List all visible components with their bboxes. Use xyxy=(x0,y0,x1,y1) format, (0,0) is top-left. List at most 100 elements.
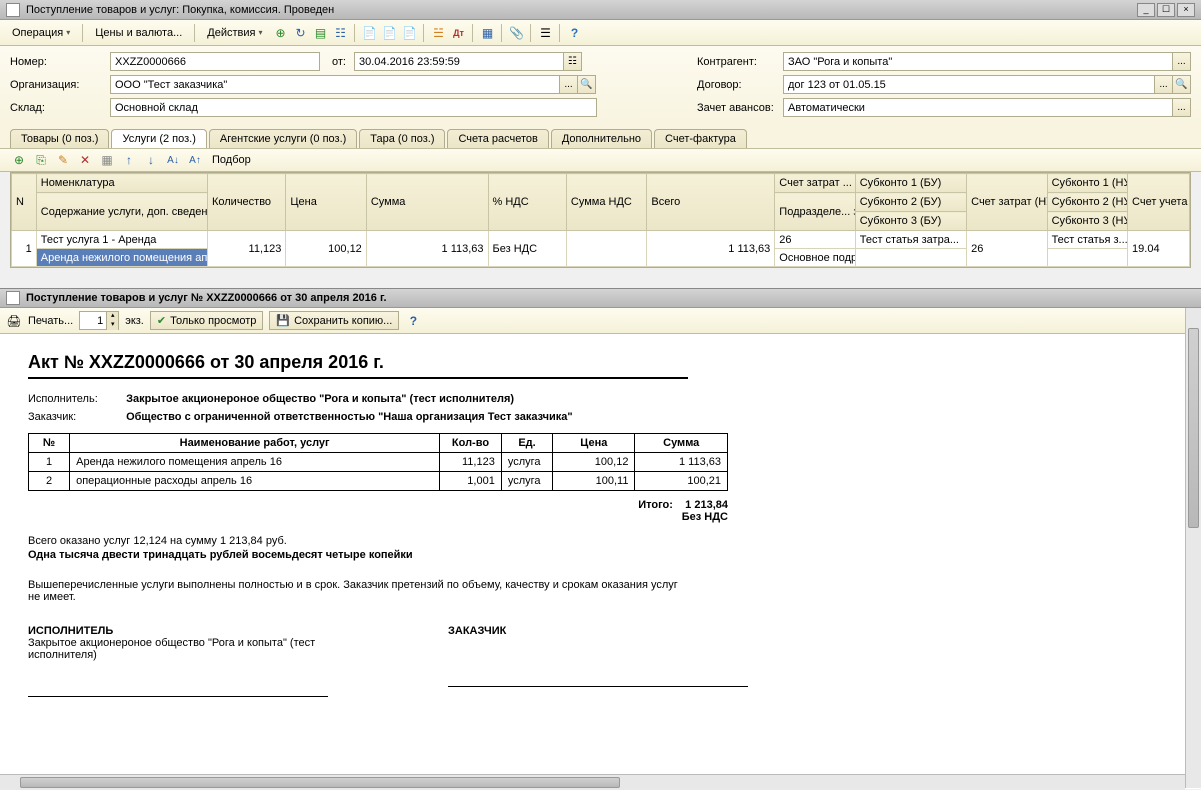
col-desc[interactable]: Содержание услуги, доп. сведения xyxy=(36,193,207,231)
actions-menu[interactable]: Действия ▾ xyxy=(201,25,268,41)
tab-additional[interactable]: Дополнительно xyxy=(551,129,652,148)
cell-vat[interactable]: Без НДС xyxy=(488,231,566,267)
select-button[interactable]: ... xyxy=(1173,52,1191,71)
warehouse-input[interactable] xyxy=(115,102,592,114)
col-qty[interactable]: Количество xyxy=(207,174,285,231)
col-sub3[interactable]: Субконто 3 (БУ) xyxy=(855,212,966,231)
save-copy-button[interactable]: 💾 Сохранить копию... xyxy=(269,311,399,330)
list-icon[interactable]: ☰ xyxy=(537,25,553,41)
cell-nom[interactable]: Тест услуга 1 - Аренда xyxy=(36,231,207,249)
prices-button[interactable]: Цены и валюта... xyxy=(89,25,188,41)
doc-add-icon[interactable]: 📄 xyxy=(361,25,377,41)
counterparty-input[interactable] xyxy=(788,56,1168,68)
col-price[interactable]: Цена xyxy=(286,174,366,231)
add-icon[interactable]: ⊕ xyxy=(272,25,288,41)
services-grid[interactable]: N Номенклатура Количество Цена Сумма % Н… xyxy=(10,172,1191,268)
col-sub2nu[interactable]: Субконто 2 (НУ) xyxy=(1047,193,1127,212)
select-button[interactable]: ... xyxy=(1173,98,1191,117)
cell-vatacc[interactable]: 19.04 xyxy=(1128,231,1190,267)
help-icon[interactable]: ? xyxy=(405,313,421,329)
cell-n[interactable]: 1 xyxy=(12,231,37,267)
copies-input[interactable] xyxy=(80,315,106,327)
select-button[interactable]: ... xyxy=(560,75,578,94)
tab-accounts[interactable]: Счета расчетов xyxy=(447,129,548,148)
clip-icon[interactable]: 📎 xyxy=(508,25,524,41)
tab-agent[interactable]: Агентские услуги (0 поз.) xyxy=(209,129,357,148)
delete-row-icon[interactable]: ✕ xyxy=(76,151,94,169)
cell-price[interactable]: 100,12 xyxy=(286,231,366,267)
doc-check-icon[interactable]: 📄 xyxy=(401,25,417,41)
report-icon[interactable]: ☱ xyxy=(430,25,446,41)
cell-qty[interactable]: 11,123 xyxy=(207,231,285,267)
scroll-thumb[interactable] xyxy=(20,777,620,788)
lookup-button[interactable]: 🔍 xyxy=(1173,75,1191,94)
podbor-button[interactable]: Подбор xyxy=(212,154,251,166)
copies-spinner[interactable]: ▴ ▾ xyxy=(79,311,119,330)
col-dept[interactable]: Подразделе... затрат xyxy=(775,193,855,231)
vertical-scrollbar[interactable] xyxy=(1185,308,1201,788)
scroll-thumb[interactable] xyxy=(1188,328,1199,528)
tree-icon[interactable]: ☷ xyxy=(332,25,348,41)
print-button[interactable]: Печать... xyxy=(28,315,73,327)
advance-field[interactable] xyxy=(783,98,1173,117)
col-sub1[interactable]: Субконто 1 (БУ) xyxy=(855,174,966,193)
doc-icon[interactable]: 📄 xyxy=(381,25,397,41)
copy-row-icon[interactable]: ⎘ xyxy=(32,151,50,169)
cell-sum[interactable]: 1 113,63 xyxy=(366,231,488,267)
contract-field[interactable] xyxy=(783,75,1155,94)
add-row-icon[interactable]: ⊕ xyxy=(10,151,28,169)
contract-input[interactable] xyxy=(788,79,1150,91)
number-input[interactable] xyxy=(115,56,315,68)
cell-sub2nu[interactable] xyxy=(1047,249,1127,267)
counterparty-field[interactable] xyxy=(783,52,1173,71)
cell-desc[interactable]: Аренда нежилого помещения апрель 16 xyxy=(36,249,207,267)
col-n[interactable]: N xyxy=(12,174,37,231)
org-input[interactable] xyxy=(115,79,555,91)
org-field[interactable] xyxy=(110,75,560,94)
col-vat[interactable]: % НДС xyxy=(488,174,566,231)
cell-total[interactable]: 1 113,63 xyxy=(647,231,775,267)
minimize-button[interactable]: _ xyxy=(1137,3,1155,17)
operation-menu[interactable]: Операция ▾ xyxy=(6,25,76,41)
cell-sub1[interactable]: Тест статья затра... xyxy=(855,231,966,249)
move-up-icon[interactable]: ↑ xyxy=(120,151,138,169)
col-sub1nu[interactable]: Субконто 1 (НУ) xyxy=(1047,174,1127,193)
refresh-icon[interactable]: ↻ xyxy=(292,25,308,41)
doc-blue-icon[interactable]: ▦ xyxy=(479,25,495,41)
col-total[interactable]: Всего xyxy=(647,174,775,231)
spin-up-icon[interactable]: ▴ xyxy=(106,312,118,321)
cell-accnu[interactable]: 26 xyxy=(967,231,1047,267)
tab-goods[interactable]: Товары (0 поз.) xyxy=(10,129,109,148)
print-icon[interactable]: 🖨 xyxy=(6,313,22,329)
cell-dept[interactable]: Основное подразделе... xyxy=(775,249,855,267)
cell-sub2[interactable] xyxy=(855,249,966,267)
maximize-button[interactable]: ☐ xyxy=(1157,3,1175,17)
col-acc[interactable]: Счет затрат ... xyxy=(775,174,855,193)
tab-container[interactable]: Тара (0 поз.) xyxy=(359,129,445,148)
warehouse-field[interactable] xyxy=(110,98,597,117)
sort-asc-icon[interactable]: A↓ xyxy=(164,151,182,169)
col-sub3nu[interactable]: Субконто 3 (НУ) xyxy=(1047,212,1127,231)
dtkt-icon[interactable]: Дт xyxy=(450,25,466,41)
advance-input[interactable] xyxy=(788,102,1168,114)
col-vatsum[interactable]: Сумма НДС xyxy=(566,174,646,231)
tab-services[interactable]: Услуги (2 поз.) xyxy=(111,129,206,148)
spin-down-icon[interactable]: ▾ xyxy=(106,321,118,330)
date-picker-button[interactable]: ☷ xyxy=(564,52,582,71)
cell-acc[interactable]: 26 xyxy=(775,231,855,249)
number-field[interactable] xyxy=(110,52,320,71)
move-down-icon[interactable]: ↓ xyxy=(142,151,160,169)
close-button[interactable]: × xyxy=(1177,3,1195,17)
date-input[interactable] xyxy=(359,56,559,68)
sort-desc-icon[interactable]: A↑ xyxy=(186,151,204,169)
properties-icon[interactable]: ▦ xyxy=(98,151,116,169)
horizontal-scrollbar[interactable] xyxy=(0,774,1185,790)
date-field[interactable] xyxy=(354,52,564,71)
cell-vatsum[interactable] xyxy=(566,231,646,267)
col-vatacc[interactable]: Счет учета НДС xyxy=(1128,174,1190,231)
col-nomenclature[interactable]: Номенклатура xyxy=(36,174,207,193)
book-icon[interactable]: ▤ xyxy=(312,25,328,41)
select-button[interactable]: ... xyxy=(1155,75,1173,94)
tab-invoice[interactable]: Счет-фактура xyxy=(654,129,747,148)
col-sub2[interactable]: Субконто 2 (БУ) xyxy=(855,193,966,212)
